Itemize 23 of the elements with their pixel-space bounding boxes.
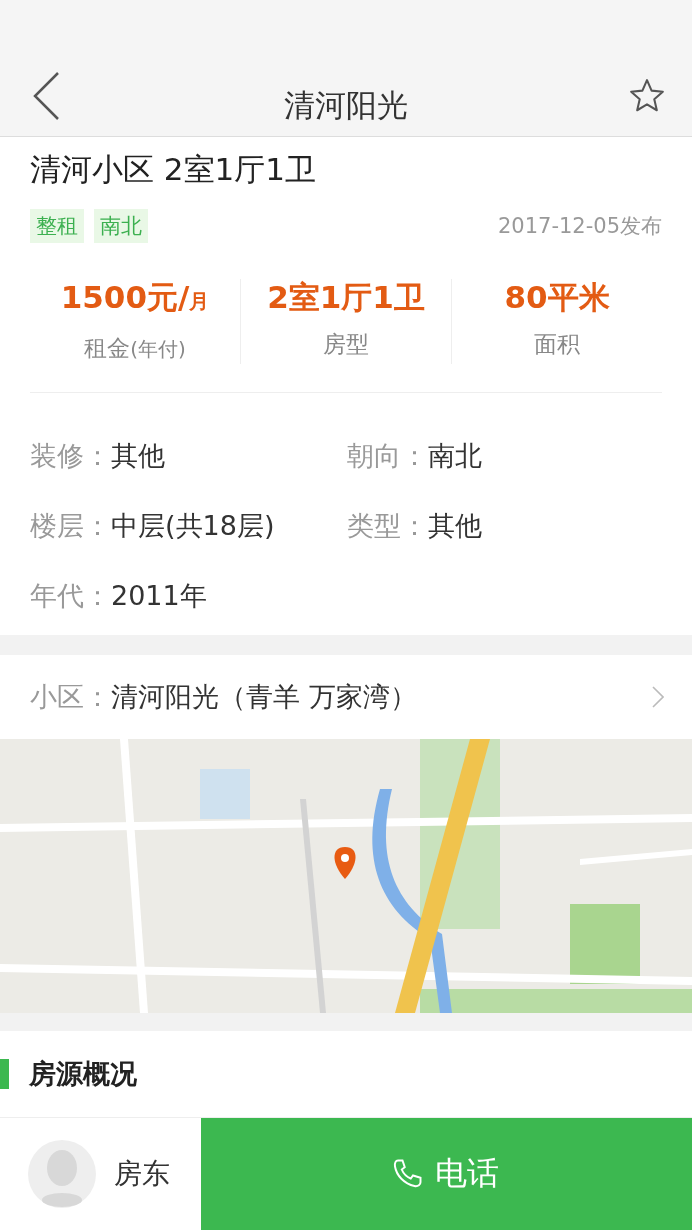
accent-bar [0,1059,9,1089]
tag: 整租 [30,209,84,243]
detail-text: 朝向：南北 [347,439,483,473]
stat-value: 80平米 [503,279,611,315]
detail-text: 楼层：中层(共18层) [30,509,276,543]
community-row[interactable]: 小区：清河阳光（青羊 万家湾） [0,655,692,739]
detail-text: 装修：其他 [30,439,166,473]
detail-text: 类型：其他 [347,509,483,543]
stat-value: 2室1厅1卫 [266,279,426,315]
stat-label: 房型 [322,330,370,359]
publish-date: 2017-12-05发布 [497,213,662,240]
section-title: 房源概况 [29,1057,137,1091]
chevron-icon [652,686,664,708]
page-title: 清河阳光 [284,86,408,125]
back-icon[interactable] [32,70,60,121]
listing-title: 清河小区 2室1厅1卫 [30,150,318,189]
stat-label: 面积 [533,330,581,359]
avatar-icon [28,1140,96,1208]
tag: 南北 [94,209,148,243]
stat-value: 1500元/月 [59,279,211,317]
landlord-label: 房东 [114,1156,170,1192]
detail-text: 年代：2011年 [30,579,208,613]
stat-label: 租金(年付) [83,334,187,363]
